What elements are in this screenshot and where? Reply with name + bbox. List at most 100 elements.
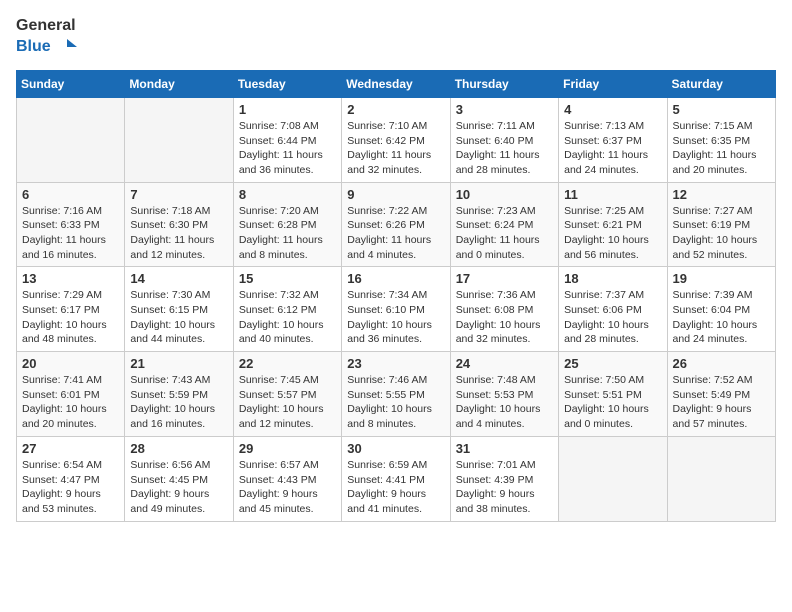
calendar-cell: 28 Sunrise: 6:56 AM Sunset: 4:45 PM Dayli… bbox=[125, 436, 233, 521]
day-number: 27 bbox=[22, 441, 119, 456]
calendar-cell bbox=[125, 97, 233, 182]
calendar-table: SundayMondayTuesdayWednesdayThursdayFrid… bbox=[16, 70, 776, 522]
logo-bird-icon bbox=[57, 37, 77, 57]
logo-text: GeneralBlue bbox=[16, 16, 77, 58]
day-number: 31 bbox=[456, 441, 553, 456]
day-info: Sunrise: 7:39 AM Sunset: 6:04 PM Dayligh… bbox=[673, 288, 770, 347]
calendar-cell: 21 Sunrise: 7:43 AM Sunset: 5:59 PM Dayli… bbox=[125, 352, 233, 437]
day-number: 5 bbox=[673, 102, 770, 117]
week-row-2: 6 Sunrise: 7:16 AM Sunset: 6:33 PM Daylig… bbox=[17, 182, 776, 267]
column-header-saturday: Saturday bbox=[667, 70, 775, 97]
calendar-cell: 17Sunrise: 7:36 AM Sunset: 6:08 PM Dayli… bbox=[450, 267, 558, 352]
calendar-cell bbox=[667, 436, 775, 521]
day-number: 23 bbox=[347, 356, 444, 371]
day-number: 11 bbox=[564, 187, 661, 202]
calendar-cell: 14 Sunrise: 7:30 AM Sunset: 6:15 PM Dayli… bbox=[125, 267, 233, 352]
day-number: 26 bbox=[673, 356, 770, 371]
day-number: 17 bbox=[456, 271, 553, 286]
week-row-1: 1 Sunrise: 7:08 AM Sunset: 6:44 PM Daylig… bbox=[17, 97, 776, 182]
logo: GeneralBlue bbox=[16, 16, 77, 58]
day-info: Sunrise: 6:59 AM Sunset: 4:41 PM Dayligh… bbox=[347, 458, 444, 517]
day-info: Sunrise: 7:43 AM Sunset: 5:59 PM Dayligh… bbox=[130, 373, 227, 432]
day-info: Sunrise: 7:45 AM Sunset: 5:57 PM Dayligh… bbox=[239, 373, 336, 432]
calendar-cell: 12 Sunrise: 7:27 AM Sunset: 6:19 PM Dayli… bbox=[667, 182, 775, 267]
day-number: 20 bbox=[22, 356, 119, 371]
day-info: Sunrise: 7:23 AM Sunset: 6:24 PM Dayligh… bbox=[456, 204, 553, 263]
day-number: 22 bbox=[239, 356, 336, 371]
day-number: 9 bbox=[347, 187, 444, 202]
calendar-cell: 26Sunrise: 7:52 AM Sunset: 5:49 PM Dayli… bbox=[667, 352, 775, 437]
day-number: 2 bbox=[347, 102, 444, 117]
day-info: Sunrise: 7:46 AM Sunset: 5:55 PM Dayligh… bbox=[347, 373, 444, 432]
day-number: 21 bbox=[130, 356, 227, 371]
day-number: 25 bbox=[564, 356, 661, 371]
calendar-cell: 30 Sunrise: 6:59 AM Sunset: 4:41 PM Dayli… bbox=[342, 436, 450, 521]
calendar-cell: 20Sunrise: 7:41 AM Sunset: 6:01 PM Dayli… bbox=[17, 352, 125, 437]
calendar-cell: 22 Sunrise: 7:45 AM Sunset: 5:57 PM Dayli… bbox=[233, 352, 341, 437]
day-number: 14 bbox=[130, 271, 227, 286]
day-number: 28 bbox=[130, 441, 227, 456]
calendar-cell: 13 Sunrise: 7:29 AM Sunset: 6:17 PM Dayli… bbox=[17, 267, 125, 352]
day-number: 30 bbox=[347, 441, 444, 456]
day-info: Sunrise: 7:22 AM Sunset: 6:26 PM Dayligh… bbox=[347, 204, 444, 263]
calendar-cell: 15Sunrise: 7:32 AM Sunset: 6:12 PM Dayli… bbox=[233, 267, 341, 352]
calendar-cell: 5Sunrise: 7:15 AM Sunset: 6:35 PM Daylig… bbox=[667, 97, 775, 182]
calendar-cell: 29 Sunrise: 6:57 AM Sunset: 4:43 PM Dayli… bbox=[233, 436, 341, 521]
day-number: 29 bbox=[239, 441, 336, 456]
day-number: 6 bbox=[22, 187, 119, 202]
calendar-cell: 1 Sunrise: 7:08 AM Sunset: 6:44 PM Daylig… bbox=[233, 97, 341, 182]
page-header: GeneralBlue bbox=[16, 16, 776, 58]
day-info: Sunrise: 7:01 AM Sunset: 4:39 PM Dayligh… bbox=[456, 458, 553, 517]
day-info: Sunrise: 7:10 AM Sunset: 6:42 PM Dayligh… bbox=[347, 119, 444, 178]
calendar-cell: 3 Sunrise: 7:11 AM Sunset: 6:40 PM Daylig… bbox=[450, 97, 558, 182]
calendar-cell: 2 Sunrise: 7:10 AM Sunset: 6:42 PM Daylig… bbox=[342, 97, 450, 182]
calendar-cell: 6 Sunrise: 7:16 AM Sunset: 6:33 PM Daylig… bbox=[17, 182, 125, 267]
calendar-cell: 9 Sunrise: 7:22 AM Sunset: 6:26 PM Daylig… bbox=[342, 182, 450, 267]
day-info: Sunrise: 6:57 AM Sunset: 4:43 PM Dayligh… bbox=[239, 458, 336, 517]
day-number: 15 bbox=[239, 271, 336, 286]
day-number: 1 bbox=[239, 102, 336, 117]
day-info: Sunrise: 6:56 AM Sunset: 4:45 PM Dayligh… bbox=[130, 458, 227, 517]
day-number: 16 bbox=[347, 271, 444, 286]
day-number: 7 bbox=[130, 187, 227, 202]
day-info: Sunrise: 7:50 AM Sunset: 5:51 PM Dayligh… bbox=[564, 373, 661, 432]
column-header-wednesday: Wednesday bbox=[342, 70, 450, 97]
calendar-cell: 31 Sunrise: 7:01 AM Sunset: 4:39 PM Dayli… bbox=[450, 436, 558, 521]
calendar-cell: 27 Sunrise: 6:54 AM Sunset: 4:47 PM Dayli… bbox=[17, 436, 125, 521]
calendar-cell: 10Sunrise: 7:23 AM Sunset: 6:24 PM Dayli… bbox=[450, 182, 558, 267]
day-number: 12 bbox=[673, 187, 770, 202]
day-number: 3 bbox=[456, 102, 553, 117]
day-info: Sunrise: 7:29 AM Sunset: 6:17 PM Dayligh… bbox=[22, 288, 119, 347]
calendar-cell bbox=[559, 436, 667, 521]
day-info: Sunrise: 6:54 AM Sunset: 4:47 PM Dayligh… bbox=[22, 458, 119, 517]
calendar-header: SundayMondayTuesdayWednesdayThursdayFrid… bbox=[17, 70, 776, 97]
day-info: Sunrise: 7:11 AM Sunset: 6:40 PM Dayligh… bbox=[456, 119, 553, 178]
day-info: Sunrise: 7:20 AM Sunset: 6:28 PM Dayligh… bbox=[239, 204, 336, 263]
calendar-cell: 4 Sunrise: 7:13 AM Sunset: 6:37 PM Daylig… bbox=[559, 97, 667, 182]
day-info: Sunrise: 7:18 AM Sunset: 6:30 PM Dayligh… bbox=[130, 204, 227, 263]
column-header-tuesday: Tuesday bbox=[233, 70, 341, 97]
day-info: Sunrise: 7:27 AM Sunset: 6:19 PM Dayligh… bbox=[673, 204, 770, 263]
column-header-thursday: Thursday bbox=[450, 70, 558, 97]
calendar-cell: 24Sunrise: 7:48 AM Sunset: 5:53 PM Dayli… bbox=[450, 352, 558, 437]
calendar-cell: 25 Sunrise: 7:50 AM Sunset: 5:51 PM Dayli… bbox=[559, 352, 667, 437]
week-row-5: 27 Sunrise: 6:54 AM Sunset: 4:47 PM Dayli… bbox=[17, 436, 776, 521]
calendar-cell: 23 Sunrise: 7:46 AM Sunset: 5:55 PM Dayli… bbox=[342, 352, 450, 437]
calendar-cell: 11 Sunrise: 7:25 AM Sunset: 6:21 PM Dayli… bbox=[559, 182, 667, 267]
day-number: 4 bbox=[564, 102, 661, 117]
column-header-sunday: Sunday bbox=[17, 70, 125, 97]
day-info: Sunrise: 7:30 AM Sunset: 6:15 PM Dayligh… bbox=[130, 288, 227, 347]
calendar-cell bbox=[17, 97, 125, 182]
day-info: Sunrise: 7:25 AM Sunset: 6:21 PM Dayligh… bbox=[564, 204, 661, 263]
calendar-body: 1 Sunrise: 7:08 AM Sunset: 6:44 PM Daylig… bbox=[17, 97, 776, 521]
calendar-cell: 8 Sunrise: 7:20 AM Sunset: 6:28 PM Daylig… bbox=[233, 182, 341, 267]
column-header-friday: Friday bbox=[559, 70, 667, 97]
day-info: Sunrise: 7:16 AM Sunset: 6:33 PM Dayligh… bbox=[22, 204, 119, 263]
day-info: Sunrise: 7:13 AM Sunset: 6:37 PM Dayligh… bbox=[564, 119, 661, 178]
day-number: 8 bbox=[239, 187, 336, 202]
day-number: 13 bbox=[22, 271, 119, 286]
week-row-3: 13 Sunrise: 7:29 AM Sunset: 6:17 PM Dayli… bbox=[17, 267, 776, 352]
day-number: 18 bbox=[564, 271, 661, 286]
day-info: Sunrise: 7:08 AM Sunset: 6:44 PM Dayligh… bbox=[239, 119, 336, 178]
calendar-cell: 18Sunrise: 7:37 AM Sunset: 6:06 PM Dayli… bbox=[559, 267, 667, 352]
